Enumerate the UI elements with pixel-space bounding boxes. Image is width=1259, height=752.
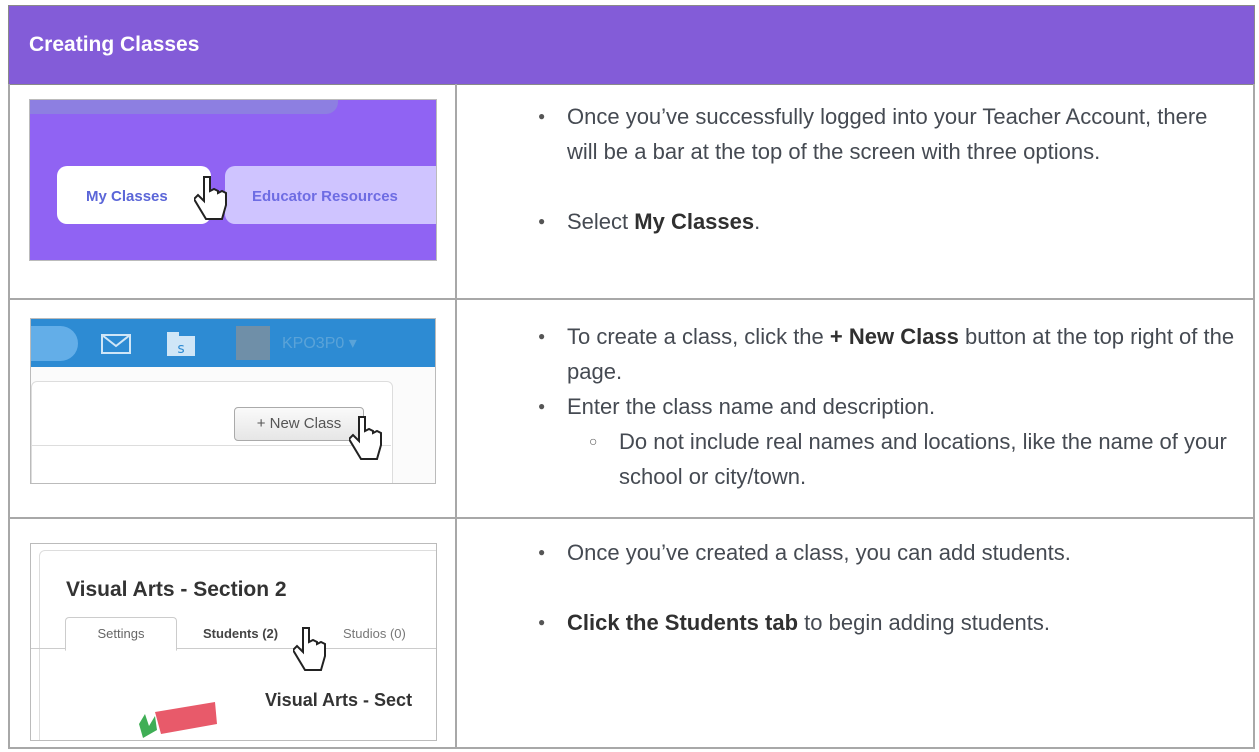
row3-instructions: Once you’ve created a class, you can add… <box>538 535 1238 640</box>
avatar <box>236 326 270 360</box>
tab-my-classes-label: My Classes <box>86 188 168 205</box>
panel-divider <box>31 445 391 446</box>
folder-icon: s <box>167 332 195 357</box>
bullet-text: Enter the class name and description. <box>567 394 936 419</box>
class-subtitle: Visual Arts - Sect <box>265 690 413 710</box>
table-border-left <box>8 84 10 749</box>
new-class-screenshot: s KPO3P0 ▾ + New Class <box>30 318 436 484</box>
bullet-text: Select <box>567 209 635 234</box>
nav-pill <box>31 326 78 361</box>
bullet-text: Once you’ve created a class, you can add… <box>567 540 1071 565</box>
table-header: Creating Classes <box>8 5 1255 85</box>
tab-students: Students (2) <box>203 626 279 641</box>
column-divider <box>455 84 457 749</box>
list-item: Once you’ve successfully logged into you… <box>538 99 1238 169</box>
row2-instructions: To create a class, click the + New Class… <box>538 319 1238 494</box>
bullet-text: Do not include real names and locations,… <box>619 429 1227 489</box>
list-item: Select My Classes. <box>538 204 1238 239</box>
row-divider-1 <box>8 298 1255 300</box>
top-bar <box>30 100 338 114</box>
list-item: To create a class, click the + New Class… <box>538 319 1238 389</box>
mail-icon <box>101 334 131 354</box>
bullet-text: Once you’ve successfully logged into you… <box>567 104 1208 164</box>
class-thumbnail-icon <box>139 702 217 738</box>
bullet-bold-text: My Classes <box>634 209 755 234</box>
top-nav-bar <box>31 319 435 367</box>
tab-studios: Studios (0) <box>343 626 406 641</box>
list-item: Once you’ve created a class, you can add… <box>538 535 1238 570</box>
list-item: Enter the class name and description. <box>538 389 1238 424</box>
svg-text:s: s <box>177 341 184 357</box>
bullet-bold-text: Click the Students tab <box>567 610 799 635</box>
tab-settings: Settings <box>65 617 177 651</box>
creating-classes-table: Creating Classes My Classes Educator Res… <box>8 5 1255 749</box>
list-item: Click the Students tab to begin adding s… <box>538 605 1238 640</box>
sub-list-item: Do not include real names and locations,… <box>538 424 1238 494</box>
tab-educator-resources-label: Educator Resources <box>252 188 398 205</box>
students-tab-screenshot: Visual Arts - Section 2 Settings Student… <box>30 543 437 741</box>
bullet-text: to begin adding students. <box>798 610 1051 635</box>
pointer-cursor-icon <box>293 627 326 671</box>
bullet-text: . <box>754 209 761 234</box>
table-title: Creating Classes <box>29 33 200 56</box>
table-border-bottom <box>8 747 1255 749</box>
username-menu: KPO3P0 ▾ <box>282 335 357 352</box>
pointer-cursor-icon <box>349 416 382 460</box>
table-border-right <box>1253 84 1255 749</box>
new-class-button: + New Class <box>234 407 364 441</box>
row-divider-2 <box>8 517 1255 519</box>
pointer-cursor-icon <box>194 176 227 220</box>
bullet-text: To create a class, click the <box>567 324 830 349</box>
row1-instructions: Once you’ve successfully logged into you… <box>538 99 1238 239</box>
my-classes-screenshot: My Classes Educator Resources <box>29 99 437 261</box>
class-title: Visual Arts - Section 2 <box>66 578 287 601</box>
bullet-bold-text: + New Class <box>829 324 959 349</box>
